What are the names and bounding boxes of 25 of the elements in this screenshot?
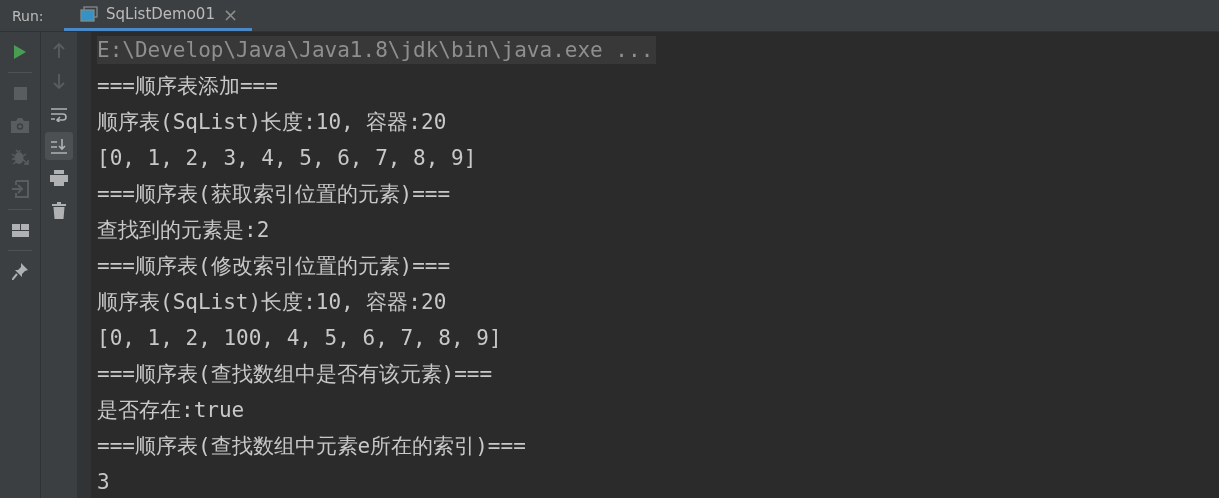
output-line: ===顺序表(查找数组中是否有该元素)=== <box>97 361 493 388</box>
output-line: 顺序表(SqList)长度:10, 容器:20 <box>97 109 447 136</box>
pin-icon[interactable] <box>12 262 28 280</box>
panel-label: Run: <box>11 7 45 24</box>
output-line: ===顺序表(获取索引位置的元素)=== <box>97 181 451 208</box>
run-icon[interactable] <box>13 44 27 60</box>
close-icon[interactable]: × <box>222 3 238 25</box>
wrap-icon <box>51 106 67 122</box>
layout-icon[interactable] <box>11 223 29 237</box>
scroll-end-icon <box>51 138 67 154</box>
down-arrow-icon <box>53 74 65 90</box>
up-arrow-icon <box>53 42 65 58</box>
trash-icon <box>52 201 66 219</box>
output-line: ===顺序表(查找数组中元素e所在的索引)=== <box>97 433 526 460</box>
output-line: 3 <box>97 470 110 494</box>
output-line: 顺序表(SqList)长度:10, 容器:20 <box>97 289 447 316</box>
printer-icon <box>50 170 68 186</box>
toolbar-button[interactable] <box>45 132 73 160</box>
output-line: [0, 1, 2, 3, 4, 5, 6, 7, 8, 9] <box>97 146 477 170</box>
output-line: [0, 1, 2, 100, 4, 5, 6, 7, 8, 9] <box>97 326 502 350</box>
console-window-icon <box>80 6 98 22</box>
output-line: 是否存在:true <box>97 397 245 424</box>
output-line: 查找到的元素是:2 <box>97 217 270 244</box>
output-line: ===顺序表(修改索引位置的元素)=== <box>97 253 451 280</box>
output-line: ===顺序表添加=== <box>97 73 278 100</box>
